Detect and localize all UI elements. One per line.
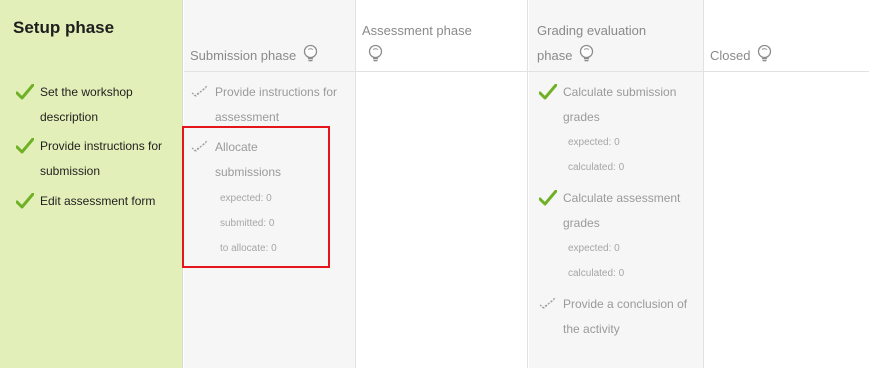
grading-phase-title-line1: Grading evaluation (537, 23, 647, 38)
task-calculate-submission-grades[interactable]: Calculate submission grades (538, 80, 699, 130)
lightbulb-icon[interactable] (757, 44, 772, 69)
task-label: Calculate assessment grades (563, 191, 681, 230)
check-icon (538, 189, 558, 215)
task-label: Provide a conclusion of the activity (563, 297, 688, 336)
grading-phase-header: phase (537, 44, 594, 69)
detail-calculated: calculated: 0 (568, 162, 625, 173)
detail-calculated: calculated: 0 (568, 268, 625, 279)
submission-phase-title: Submission phase (190, 47, 297, 63)
detail-expected: expected: 0 (568, 137, 620, 148)
closed-phase-title: Closed (710, 47, 751, 63)
task-provide-instructions-submission[interactable]: Provide instructions for submission (15, 134, 180, 184)
todo-checkmark-icon (539, 296, 557, 321)
task-label: Edit assessment form (40, 194, 156, 208)
lightbulb-icon[interactable] (303, 44, 318, 69)
submission-phase-header: Submission phase (190, 44, 318, 69)
setup-phase-column (0, 0, 183, 368)
setup-phase-title: Setup phase (13, 18, 115, 37)
task-edit-assessment-form[interactable]: Edit assessment form (15, 189, 166, 214)
header-divider (184, 71, 869, 72)
task-set-workshop-description[interactable]: Set the workshop description (15, 80, 174, 130)
check-icon (15, 83, 35, 109)
check-icon (15, 137, 35, 163)
task-provide-conclusion[interactable]: Provide a conclusion of the activity (539, 292, 689, 342)
lightbulb-icon[interactable] (368, 44, 383, 68)
check-icon (15, 192, 35, 218)
detail-expected: expected: 0 (568, 243, 620, 254)
task-label: Calculate submission grades (563, 85, 677, 124)
grading-phase-title-line2: phase (537, 47, 573, 63)
task-calculate-assessment-grades[interactable]: Calculate assessment grades (538, 186, 699, 236)
assessment-phase-title: Assessment phase (362, 23, 472, 38)
task-provide-instructions-assessment[interactable]: Provide instructions for assessment (191, 80, 351, 130)
task-label: Set the workshop description (40, 85, 133, 124)
highlight-box (182, 126, 330, 268)
task-label: Provide instructions for assessment (215, 85, 338, 124)
todo-checkmark-icon (191, 84, 209, 109)
lightbulb-icon[interactable] (579, 44, 594, 69)
check-icon (538, 83, 558, 109)
closed-phase-header: Closed (710, 44, 772, 69)
task-label: Provide instructions for submission (40, 139, 163, 178)
